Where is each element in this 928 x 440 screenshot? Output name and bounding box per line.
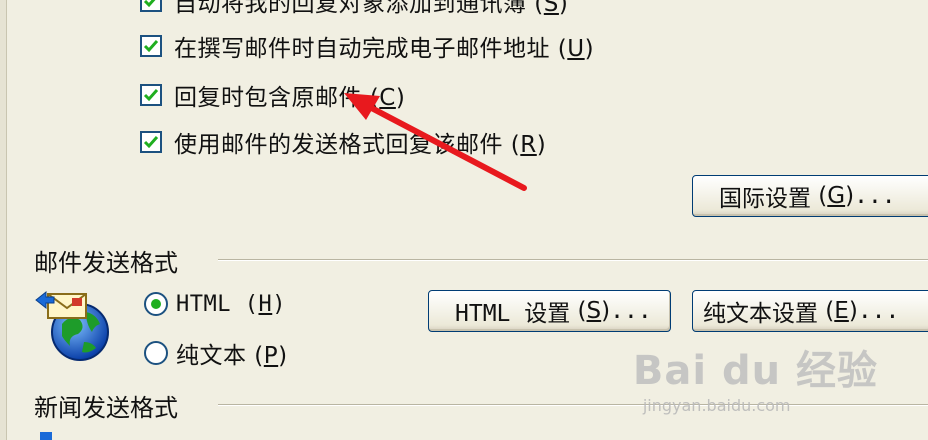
baidu-watermark: Bai du 经验 jingyan.baidu.com [633,338,878,415]
watermark-logo: Bai du 经验 [632,348,878,394]
watermark-url: jingyan.baidu.com [642,396,791,415]
